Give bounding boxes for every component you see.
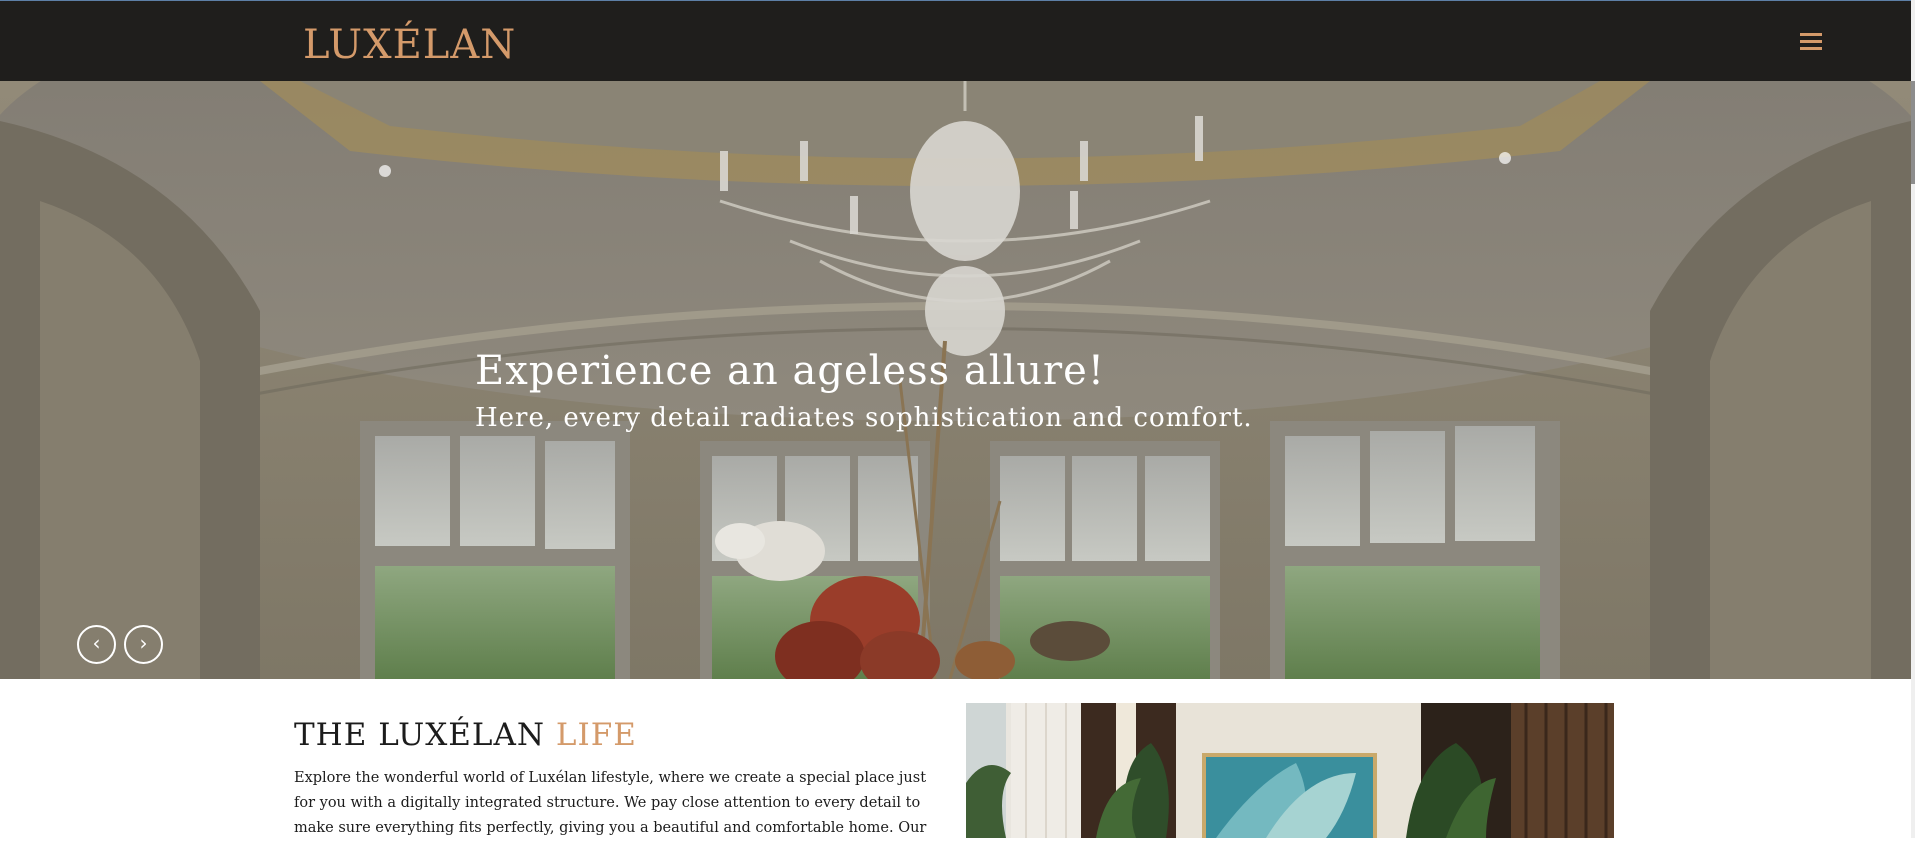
hero-title: Experience an ageless allure! bbox=[475, 348, 1105, 394]
living-room-image bbox=[966, 703, 1614, 838]
chevron-left-icon[interactable]: ‹ bbox=[77, 625, 116, 664]
section-heading-accent: LIFE bbox=[555, 717, 637, 753]
scrollbar-thumb[interactable] bbox=[1911, 81, 1915, 184]
chevron-right-icon[interactable]: › bbox=[124, 625, 163, 664]
section-paragraph: Explore the wonderful world of Luxélan l… bbox=[294, 770, 927, 836]
section-heading: THE LUXÉLAN LIFE bbox=[294, 713, 637, 757]
hero-slider: Experience an ageless allure! Here, ever… bbox=[0, 81, 1911, 679]
site-header: LUXÉLAN bbox=[0, 0, 1911, 81]
hamburger-menu-icon[interactable] bbox=[1798, 31, 1825, 53]
section-heading-main: THE LUXÉLAN bbox=[294, 717, 556, 753]
site-logo[interactable]: LUXÉLAN bbox=[303, 23, 516, 67]
hero-subtitle: Here, every detail radiates sophisticati… bbox=[475, 403, 1253, 433]
